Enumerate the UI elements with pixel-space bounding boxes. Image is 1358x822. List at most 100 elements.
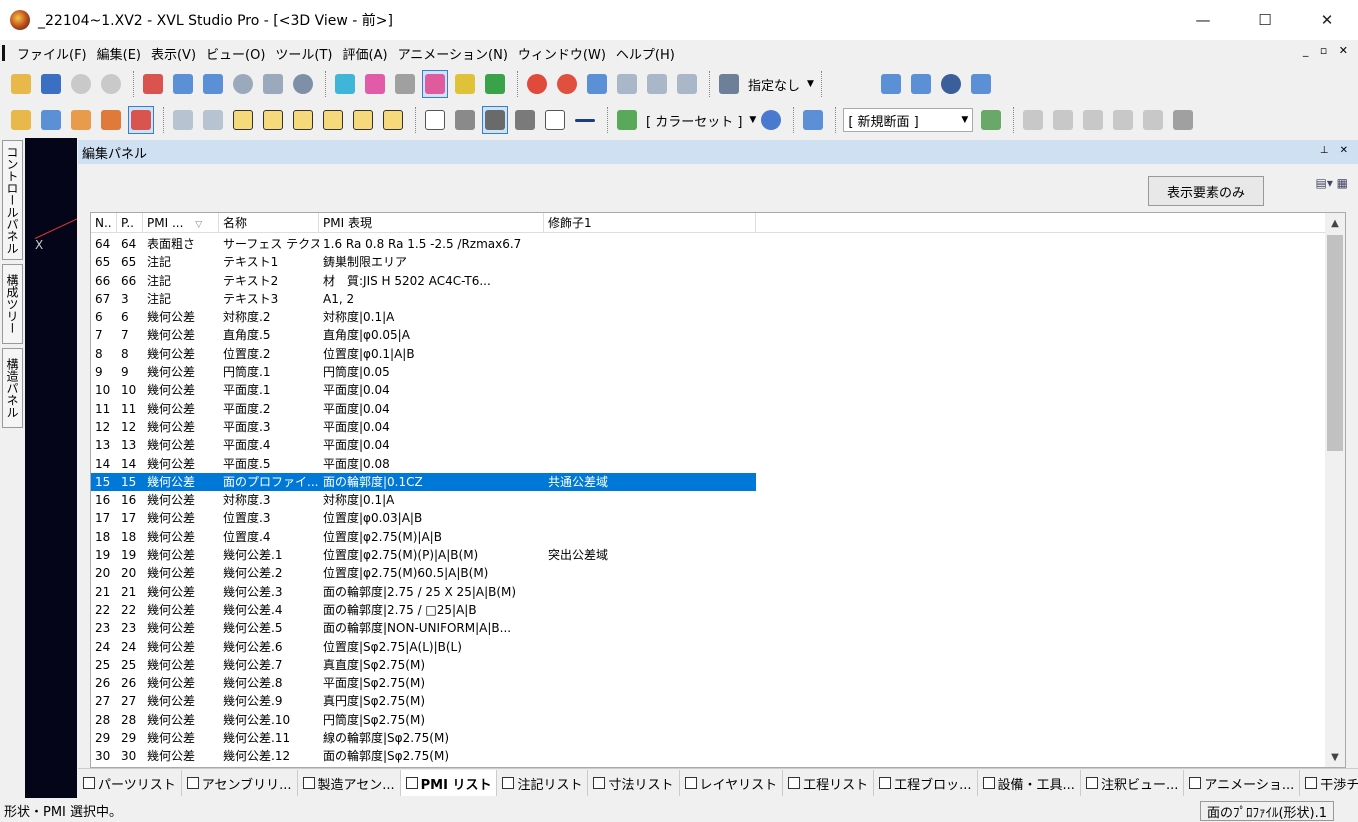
ruler-button[interactable] <box>674 70 700 98</box>
section-settings-button[interactable] <box>1170 106 1196 134</box>
redo-button[interactable] <box>98 70 124 98</box>
move-part-button[interactable] <box>908 70 934 98</box>
bottom-tab[interactable]: パーツリスト <box>78 770 182 796</box>
display-mode-button[interactable] <box>716 70 742 98</box>
panel-pin-close[interactable]: ⊥ ✕ <box>1320 145 1352 156</box>
view-back-button[interactable] <box>380 106 406 134</box>
table-row[interactable]: 22 22 幾何公差 幾何公差.4 面の輪郭度|2.75 / □25|A|B <box>91 601 1327 619</box>
clip-plane-button[interactable] <box>1050 106 1076 134</box>
menu-window[interactable]: ウィンドウ(W) <box>513 44 611 63</box>
table-row[interactable]: 64 64 表面粗さ サーフェス テクス... 1.6 Ra 0.8 Ra 1.5 -2… <box>91 235 1327 253</box>
table-row[interactable]: 24 24 幾何公差 幾何公差.6 位置度|Sφ2.75|A(L)|B(L) <box>91 638 1327 656</box>
table-row[interactable]: 65 65 注記 テキスト1 鋳巣制限エリア <box>91 253 1327 271</box>
table-row[interactable]: 14 14 幾何公差 平面度.5 平面度|0.08 <box>91 455 1327 473</box>
maximize-button[interactable]: ☐ <box>1234 0 1296 40</box>
table-row[interactable]: 6 6 幾何公差 対称度.2 対称度|0.1|A <box>91 308 1327 326</box>
table-row[interactable]: 16 16 幾何公差 対称度.3 対称度|0.1|A <box>91 491 1327 509</box>
show-visible-only-button[interactable]: 表示要素のみ <box>1148 176 1264 206</box>
scroll-thumb[interactable] <box>1327 235 1343 451</box>
table-row[interactable]: 20 20 幾何公差 幾何公差.2 位置度|φ2.75(M)60.5|A|B(M) <box>91 564 1327 582</box>
list-button[interactable] <box>68 106 94 134</box>
line-style-button[interactable] <box>572 106 598 134</box>
wireframe-button[interactable] <box>422 106 448 134</box>
view-top-button[interactable] <box>290 106 316 134</box>
tree-button[interactable] <box>38 106 64 134</box>
rotate-part-button[interactable] <box>938 70 964 98</box>
table-row[interactable]: 9 9 幾何公差 円筒度.1 円筒度|0.05 <box>91 363 1327 381</box>
menu-tools[interactable]: ツール(T) <box>270 44 337 63</box>
shaded-edge-button[interactable] <box>482 106 508 134</box>
color-set-label[interactable]: [ カラーセット ] <box>646 111 742 130</box>
shaded-button[interactable] <box>452 106 478 134</box>
hidden-line-button[interactable] <box>512 106 538 134</box>
table-row[interactable]: 26 26 幾何公差 幾何公差.8 平面度|Sφ2.75(M) <box>91 674 1327 692</box>
bottom-tab[interactable]: 工程リスト <box>783 770 875 796</box>
highlight-button[interactable] <box>362 70 388 98</box>
pmi-button[interactable] <box>422 70 448 98</box>
table-row[interactable]: 12 12 幾何公差 平面度.3 平面度|0.04 <box>91 418 1327 436</box>
table-row[interactable]: 19 19 幾何公差 幾何公差.1 位置度|φ2.75(M)(P)|A|B(M) 突出公差… <box>91 546 1327 564</box>
edit-panel-button[interactable] <box>128 106 154 134</box>
menu-view[interactable]: 表示(V) <box>146 44 201 63</box>
measure-button[interactable] <box>392 70 418 98</box>
tab-structure-tree[interactable]: 構成ツリー <box>2 264 23 344</box>
tab-control-panel[interactable]: コントロールパネル <box>2 140 23 260</box>
menu-animation[interactable]: アニメーション(N) <box>393 44 513 63</box>
select-yellow-button[interactable] <box>452 70 478 98</box>
table-row[interactable]: 7 7 幾何公差 直角度.5 直角度|φ0.05|A <box>91 326 1327 344</box>
table-row[interactable]: 18 18 幾何公差 位置度.4 位置度|φ2.75(M)|A|B <box>91 528 1327 546</box>
bottom-tab[interactable]: アニメーショ... <box>1184 770 1301 796</box>
dimension-button[interactable] <box>644 70 670 98</box>
control-panel-button[interactable] <box>8 106 34 134</box>
bottom-tab[interactable]: 干渉チェッ... <box>1300 770 1358 796</box>
clip-cap-button[interactable] <box>1140 106 1166 134</box>
list-scrollbar[interactable]: ▲ ▼ <box>1325 213 1345 767</box>
table-row[interactable]: 28 28 幾何公差 幾何公差.10 円筒度|Sφ2.75(M) <box>91 711 1327 729</box>
fit-button[interactable] <box>200 106 226 134</box>
table-row[interactable]: 8 8 幾何公差 位置度.2 位置度|φ0.1|A|B <box>91 345 1327 363</box>
bottom-tab[interactable]: 設備・工具... <box>978 770 1081 796</box>
select-green-button[interactable] <box>482 70 508 98</box>
column-header-p[interactable]: P.. <box>117 213 143 233</box>
bottom-tab[interactable]: アセンブリリ... <box>182 770 298 796</box>
home-view-button[interactable] <box>140 70 166 98</box>
bottom-tab[interactable]: 製造アセン... <box>298 770 401 796</box>
table-row[interactable]: 66 66 注記 テキスト2 材 質:JIS H 5202 AC4C-T6... <box>91 272 1327 290</box>
table-row[interactable]: 11 11 幾何公差 平面度.2 平面度|0.04 <box>91 400 1327 418</box>
minimize-button[interactable]: — <box>1172 0 1234 40</box>
display-mode-label[interactable]: 指定なし <box>748 75 800 94</box>
table-row[interactable]: 17 17 幾何公差 位置度.3 位置度|φ0.03|A|B <box>91 509 1327 527</box>
bottom-tab[interactable]: PMI リスト <box>400 770 498 796</box>
column-header-number[interactable]: N.. <box>91 213 117 233</box>
menu-viewpoint[interactable]: ビュー(O) <box>201 44 270 63</box>
table-row[interactable]: 25 25 幾何公差 幾何公差.7 真直度|Sφ2.75(M) <box>91 656 1327 674</box>
tab-structure-panel[interactable]: 構造パネル <box>2 348 23 428</box>
menu-evaluate[interactable]: 評価(A) <box>338 44 393 63</box>
column-header-pmi-expression[interactable]: PMI 表現 <box>319 213 544 233</box>
undo-button[interactable] <box>68 70 94 98</box>
table-row[interactable]: 67 3 注記 テキスト3 A1, 2 <box>91 290 1327 308</box>
explode-button[interactable] <box>878 70 904 98</box>
color-set-dropdown-icon[interactable]: ▼ <box>749 115 756 125</box>
close-button[interactable]: ✕ <box>1296 0 1358 40</box>
pick-button[interactable] <box>170 106 196 134</box>
table-row[interactable]: 10 10 幾何公差 平面度.1 平面度|0.04 <box>91 381 1327 399</box>
display-mode-dropdown-icon[interactable]: ▼ <box>807 79 814 89</box>
clip-box-button[interactable] <box>1080 106 1106 134</box>
panel-options-icon[interactable]: ▤▾ ▦ <box>1315 176 1348 190</box>
open-button[interactable] <box>8 70 34 98</box>
color-button[interactable] <box>614 106 640 134</box>
view-front-button[interactable] <box>260 106 286 134</box>
column-header-modifier1[interactable]: 修飾子1 <box>544 213 756 233</box>
menu-help[interactable]: ヘルプ(H) <box>611 44 680 63</box>
table-row[interactable]: 29 29 幾何公差 幾何公差.11 線の輪郭度|Sφ2.75(M) <box>91 729 1327 747</box>
filter-button[interactable] <box>98 106 124 134</box>
bottom-tab[interactable]: 注釈ビュー... <box>1081 770 1185 796</box>
rotate-button[interactable] <box>200 70 226 98</box>
save-button[interactable] <box>38 70 64 98</box>
mdi-controls[interactable]: _ ▫ ✕ <box>1303 44 1352 57</box>
zoom-fit-button[interactable] <box>260 70 286 98</box>
box-select-button[interactable] <box>584 70 610 98</box>
menu-file[interactable]: ファイル(F) <box>12 44 92 63</box>
section-select[interactable]: [ 新規断面 ] ▼ <box>843 108 974 132</box>
